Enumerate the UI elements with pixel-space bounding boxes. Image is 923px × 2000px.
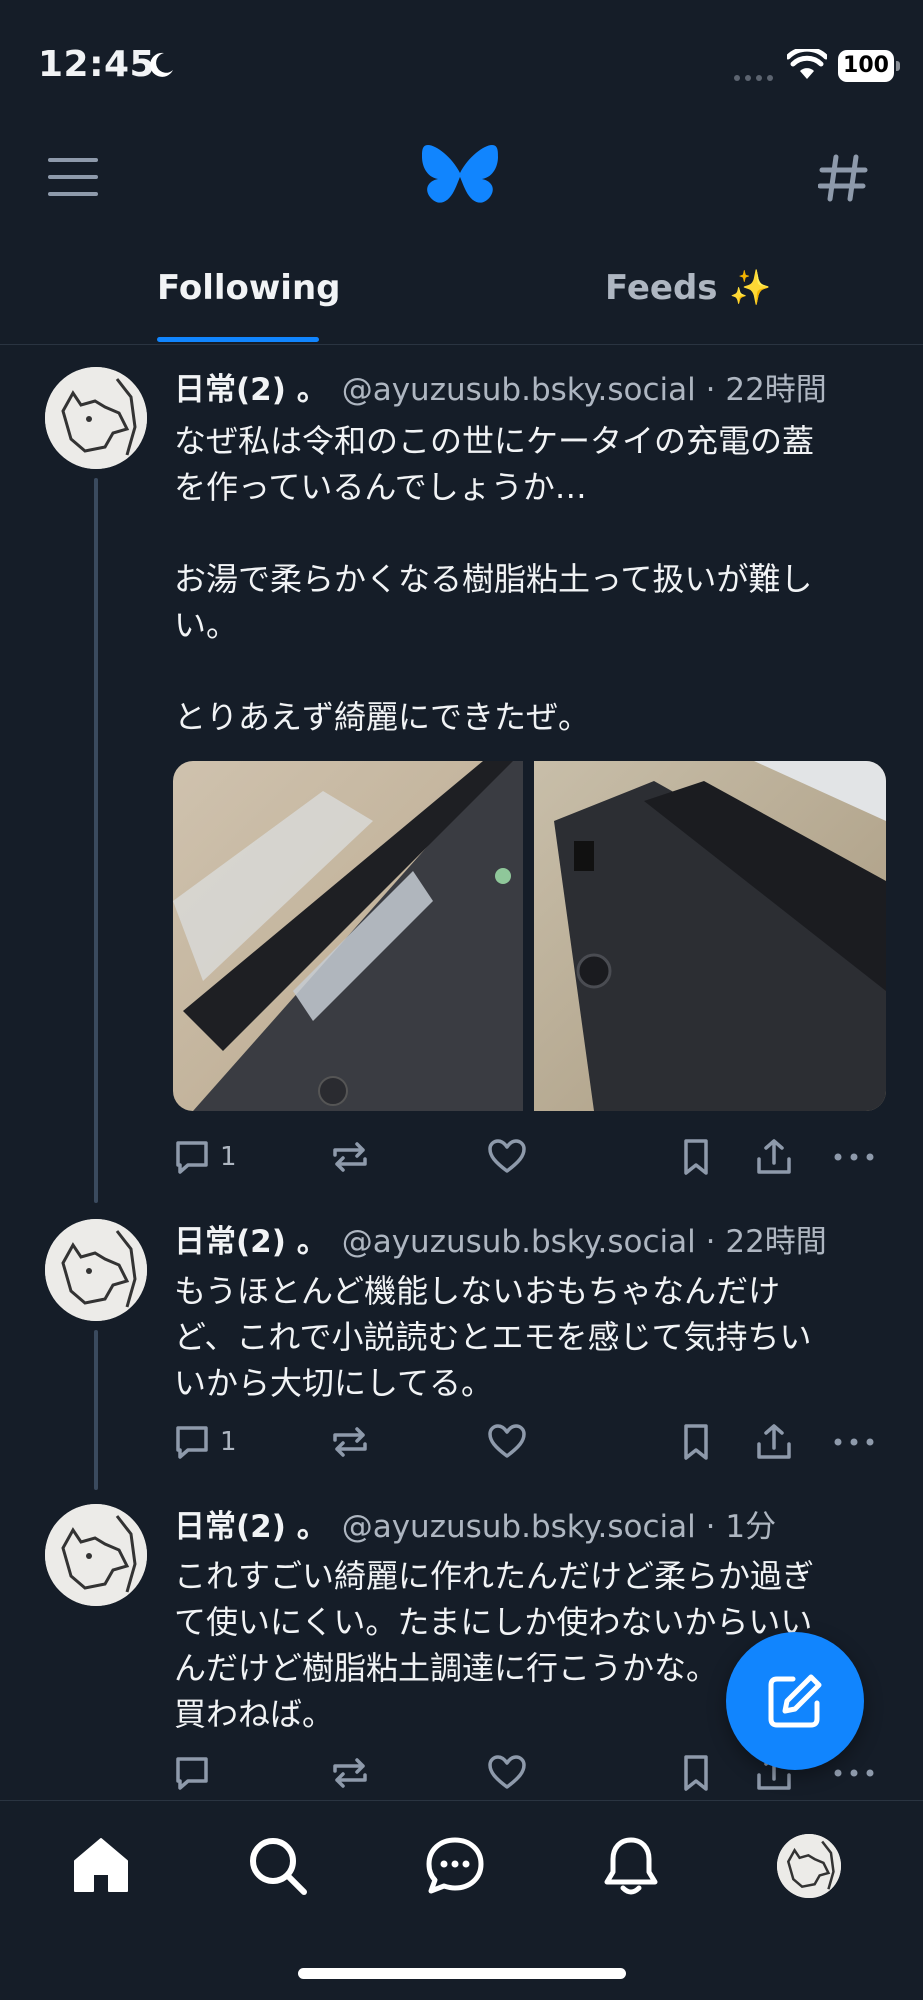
author-name[interactable]: 日常(2) 。 (174, 1224, 328, 1260)
author-name[interactable]: 日常(2) 。 (174, 1509, 328, 1545)
avatar[interactable] (45, 367, 147, 469)
like-button[interactable] (487, 1753, 527, 1793)
reply-button[interactable]: 1 (172, 1422, 237, 1462)
avatar[interactable] (45, 1504, 147, 1606)
like-button[interactable] (487, 1137, 527, 1177)
thread-line (94, 478, 98, 1203)
search-icon[interactable] (248, 1836, 308, 1896)
bookmark-icon (684, 1424, 708, 1460)
post-actions: 1 (172, 1422, 884, 1472)
wifi-icon (787, 49, 827, 79)
post-header: 日常(2) 。 @ayuzusub.bsky.social · 22時間 (174, 1216, 827, 1261)
more-icon (834, 1769, 874, 1777)
photo-flip-phone-hinge[interactable] (173, 761, 523, 1111)
wolf-avatar-image (45, 367, 147, 469)
separator: · (705, 372, 716, 408)
repost-icon (333, 1142, 367, 1172)
tab-divider (0, 344, 923, 345)
like-icon (488, 1139, 526, 1173)
cellular-signal-icon (734, 75, 773, 81)
bluesky-butterfly-icon[interactable] (422, 143, 498, 211)
status-bar: 12:45 100 (0, 0, 923, 130)
repost-button[interactable] (330, 1422, 370, 1462)
share-icon (757, 1424, 791, 1459)
active-tab-indicator (157, 337, 319, 342)
notifications-icon[interactable] (602, 1836, 660, 1896)
menu-icon[interactable] (48, 158, 100, 196)
like-button[interactable] (487, 1422, 527, 1462)
repost-icon (333, 1758, 367, 1788)
bookmark-button[interactable] (676, 1422, 716, 1462)
wolf-avatar-image (45, 1219, 147, 1321)
share-button[interactable] (754, 1137, 794, 1177)
hashtag-icon[interactable] (818, 153, 868, 203)
post-text: もうほとんど機能しないおもちゃなんだけ ど、これで小説読むとエモを感じて気持ちい… (174, 1272, 812, 1402)
share-button[interactable] (754, 1422, 794, 1462)
post-images[interactable] (173, 761, 886, 1111)
bookmark-button[interactable] (676, 1753, 716, 1793)
separator: · (705, 1509, 716, 1545)
reply-icon (176, 1141, 208, 1174)
bookmark-icon (684, 1139, 708, 1175)
repost-button[interactable] (330, 1753, 370, 1793)
thread-line (94, 1330, 98, 1490)
status-time: 12:45 (38, 44, 156, 85)
like-icon (488, 1424, 526, 1458)
reply-button[interactable]: 1 (172, 1137, 237, 1177)
more-button[interactable] (832, 1137, 876, 1177)
more-button[interactable] (832, 1753, 876, 1793)
reply-icon (176, 1426, 208, 1459)
post-header: 日常(2) 。 @ayuzusub.bsky.social · 1分 (174, 1501, 776, 1546)
wolf-avatar-image (777, 1834, 841, 1898)
reply-count: 1 (220, 1142, 237, 1172)
repost-icon (333, 1427, 367, 1457)
author-handle[interactable]: @ayuzusub.bsky.social (342, 1509, 696, 1545)
share-icon (757, 1139, 791, 1174)
post-time[interactable]: 22時間 (725, 372, 826, 408)
reply-count: 1 (220, 1427, 237, 1457)
battery-indicator: 100 (838, 50, 900, 82)
tab-feeds[interactable]: Feeds ✨ (605, 268, 772, 308)
like-icon (488, 1755, 526, 1789)
more-icon (834, 1438, 874, 1446)
bookmark-button[interactable] (676, 1137, 716, 1177)
wolf-avatar-image (45, 1504, 147, 1606)
author-handle[interactable]: @ayuzusub.bsky.social (342, 372, 696, 408)
reply-icon (176, 1757, 208, 1790)
moon-icon (150, 52, 173, 77)
author-name[interactable]: 日常(2) 。 (174, 372, 328, 408)
chat-icon[interactable] (425, 1836, 485, 1896)
reply-button[interactable] (172, 1753, 212, 1793)
more-button[interactable] (832, 1422, 876, 1462)
tab-following[interactable]: Following (157, 268, 340, 308)
separator: · (705, 1224, 716, 1260)
bookmark-icon (684, 1755, 708, 1791)
compose-icon (768, 1674, 822, 1728)
post-header: 日常(2) 。 @ayuzusub.bsky.social · 22時間 (174, 364, 827, 409)
post-time[interactable]: 1分 (725, 1509, 776, 1545)
more-icon (834, 1153, 874, 1161)
profile-avatar[interactable] (777, 1834, 841, 1898)
avatar[interactable] (45, 1219, 147, 1321)
photo-flip-phone-back[interactable] (534, 761, 886, 1111)
post-text: なぜ私は令和のこの世にケータイの充電の蓋 を作っているんでしょうか… お湯で柔ら… (174, 422, 815, 736)
author-handle[interactable]: @ayuzusub.bsky.social (342, 1224, 696, 1260)
repost-button[interactable] (330, 1137, 370, 1177)
post-time[interactable]: 22時間 (725, 1224, 826, 1260)
home-icon[interactable] (72, 1836, 130, 1894)
home-indicator[interactable] (298, 1968, 626, 1979)
post-actions: 1 (172, 1137, 884, 1187)
compose-button[interactable] (726, 1632, 864, 1770)
